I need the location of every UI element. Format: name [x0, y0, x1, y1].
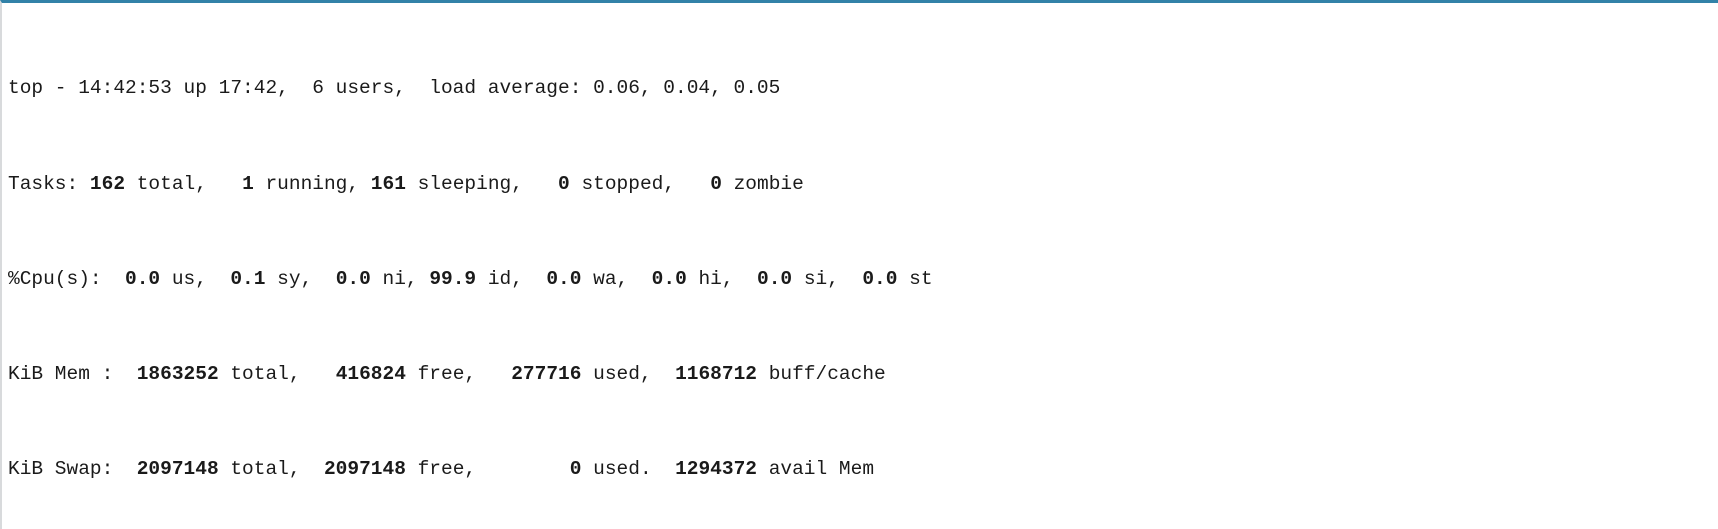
- uptime-line-text: top - 14:42:53 up 17:42, 6 users, load a…: [8, 77, 781, 100]
- mem-free-value: 416824: [335, 362, 406, 385]
- summary-line-tasks: Tasks: 162 total, 1 running, 161 sleepin…: [8, 173, 1718, 197]
- cpu-us-label: us,: [171, 267, 207, 290]
- cpu-st-value: 0.0: [862, 267, 898, 290]
- swap-avail-value: 1294372: [675, 458, 757, 481]
- swap-avail-label: avail Mem: [768, 458, 875, 481]
- tasks-zombie-value: 0: [710, 172, 722, 195]
- mem-total-label: total,: [230, 362, 301, 385]
- summary-line-uptime: top - 14:42:53 up 17:42, 6 users, load a…: [8, 77, 1718, 101]
- cpu-si-value: 0.0: [757, 267, 793, 290]
- cpu-id-label: id,: [487, 267, 523, 290]
- cpu-sy-value: 0.1: [230, 267, 266, 290]
- tasks-sleeping-value: 161: [370, 172, 406, 195]
- cpu-wa-value: 0.0: [546, 267, 582, 290]
- cpu-ni-label: ni,: [382, 267, 418, 290]
- cpu-ni-value: 0.0: [335, 267, 371, 290]
- cpu-us-value: 0.0: [125, 267, 161, 290]
- tasks-total-label: total,: [136, 172, 207, 195]
- tasks-stopped-label: stopped,: [581, 172, 676, 195]
- terminal-window[interactable]: top - 14:42:53 up 17:42, 6 users, load a…: [0, 0, 1718, 529]
- tasks-total-value: 162: [89, 172, 126, 195]
- swap-free-value: 2097148: [323, 458, 406, 481]
- summary-line-swap: KiB Swap: 2097148 total, 2097148 free, 0…: [8, 458, 1718, 482]
- mem-label: KiB Mem :: [8, 362, 114, 385]
- summary-line-mem: KiB Mem : 1863252 total, 416824 free, 27…: [8, 363, 1718, 387]
- summary-line-cpu: %Cpu(s): 0.0 us, 0.1 sy, 0.0 ni, 99.9 id…: [8, 268, 1718, 292]
- cpu-st-label: st: [909, 267, 933, 290]
- tasks-running-label: running,: [265, 172, 360, 195]
- cpu-si-label: si,: [803, 267, 839, 290]
- swap-used-value: 0: [569, 458, 582, 481]
- mem-used-label: used,: [593, 362, 652, 385]
- swap-total-value: 2097148: [136, 458, 219, 481]
- swap-total-label: total,: [230, 458, 301, 481]
- swap-label: KiB Swap:: [8, 458, 114, 481]
- cpu-wa-label: wa,: [593, 267, 629, 290]
- mem-buff-label: buff/cache: [768, 362, 886, 385]
- tasks-running-value: 1: [242, 172, 254, 195]
- mem-buff-value: 1168712: [675, 362, 757, 385]
- cpu-id-value: 99.9: [429, 267, 477, 290]
- tasks-label: Tasks:: [8, 172, 79, 195]
- mem-used-value: 277716: [511, 362, 582, 385]
- swap-free-label: free,: [417, 458, 477, 481]
- mem-free-label: free,: [417, 362, 477, 385]
- cpu-hi-label: hi,: [698, 267, 734, 290]
- cpu-label: %Cpu(s):: [8, 267, 102, 290]
- swap-used-label: used.: [593, 458, 652, 481]
- tasks-sleeping-label: sleeping,: [417, 172, 523, 195]
- summary-panel: top - 14:42:53 up 17:42, 6 users, load a…: [2, 3, 1718, 529]
- tasks-stopped-value: 0: [558, 172, 570, 195]
- tasks-zombie-label: zombie: [733, 172, 804, 195]
- cpu-hi-value: 0.0: [651, 267, 687, 290]
- mem-total-value: 1863252: [136, 362, 219, 385]
- cpu-sy-label: sy,: [277, 267, 313, 290]
